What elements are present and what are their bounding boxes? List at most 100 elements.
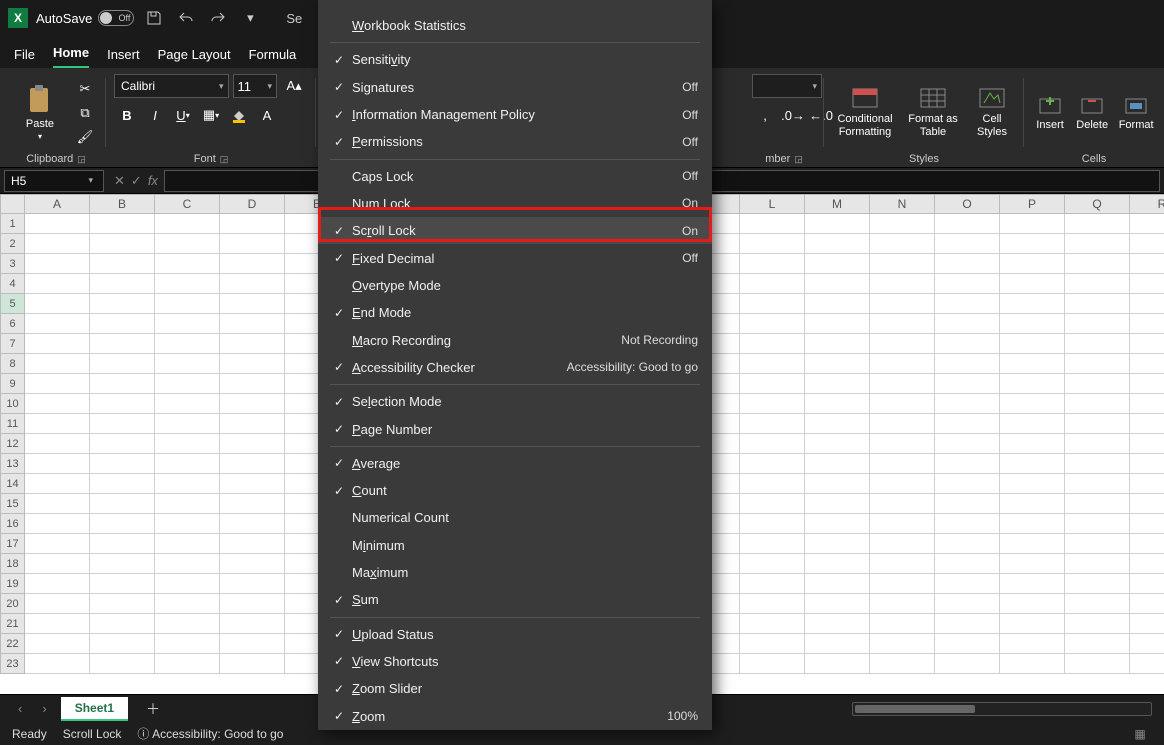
comma-style-icon[interactable]: ,: [752, 104, 778, 126]
cell[interactable]: [1000, 214, 1065, 234]
cell[interactable]: [935, 374, 1000, 394]
cell[interactable]: [90, 394, 155, 414]
cell[interactable]: [1000, 314, 1065, 334]
menu-item-macro-recording[interactable]: Macro RecordingNot Recording: [318, 326, 712, 353]
cell[interactable]: [25, 574, 90, 594]
cell[interactable]: [870, 434, 935, 454]
cell[interactable]: [870, 574, 935, 594]
cell[interactable]: [1065, 314, 1130, 334]
cell[interactable]: [1065, 634, 1130, 654]
row-header[interactable]: 17: [0, 534, 25, 554]
cell[interactable]: [1065, 574, 1130, 594]
cell[interactable]: [90, 594, 155, 614]
dialog-launcher-icon[interactable]: ◲: [220, 154, 229, 165]
cell[interactable]: [25, 274, 90, 294]
cell[interactable]: [25, 294, 90, 314]
column-header[interactable]: A: [25, 194, 90, 214]
column-header[interactable]: D: [220, 194, 285, 214]
cell[interactable]: [1130, 274, 1164, 294]
cell[interactable]: [155, 514, 220, 534]
row-header[interactable]: 20: [0, 594, 25, 614]
cell[interactable]: [25, 374, 90, 394]
row-header[interactable]: 3: [0, 254, 25, 274]
tab-insert[interactable]: Insert: [107, 41, 140, 68]
dialog-launcher-icon[interactable]: ◲: [77, 154, 86, 165]
cell[interactable]: [155, 254, 220, 274]
cell[interactable]: [155, 394, 220, 414]
cell[interactable]: [740, 654, 805, 674]
cell[interactable]: [25, 214, 90, 234]
cell[interactable]: [1000, 494, 1065, 514]
cell[interactable]: [220, 634, 285, 654]
cell[interactable]: [805, 394, 870, 414]
cell[interactable]: [1130, 334, 1164, 354]
delete-cells-button[interactable]: Delete: [1074, 95, 1110, 131]
cell[interactable]: [155, 454, 220, 474]
select-all-corner[interactable]: [0, 194, 25, 214]
cell[interactable]: [1065, 614, 1130, 634]
row-header[interactable]: 5: [0, 294, 25, 314]
cell[interactable]: [805, 414, 870, 434]
cell[interactable]: [1065, 594, 1130, 614]
cell[interactable]: [155, 374, 220, 394]
cell[interactable]: [740, 574, 805, 594]
menu-item-count[interactable]: ✓Count: [318, 477, 712, 504]
menu-item-upload-status[interactable]: ✓Upload Status: [318, 621, 712, 648]
cell[interactable]: [805, 474, 870, 494]
cell[interactable]: [220, 314, 285, 334]
cell[interactable]: [220, 454, 285, 474]
cell[interactable]: [1130, 314, 1164, 334]
cell[interactable]: [25, 634, 90, 654]
cell[interactable]: [220, 534, 285, 554]
format-painter-icon[interactable]: 🖌: [72, 126, 98, 148]
cell[interactable]: [740, 294, 805, 314]
bold-button[interactable]: B: [114, 104, 140, 126]
cell[interactable]: [90, 374, 155, 394]
normal-view-icon[interactable]: ▦: [1128, 727, 1152, 741]
cell[interactable]: [740, 494, 805, 514]
cell[interactable]: [935, 234, 1000, 254]
cell[interactable]: [805, 294, 870, 314]
cell[interactable]: [90, 534, 155, 554]
cell[interactable]: [805, 434, 870, 454]
underline-button[interactable]: U▾: [170, 104, 196, 126]
menu-item-num-lock[interactable]: Num LockOn: [318, 190, 712, 217]
cell[interactable]: [1130, 534, 1164, 554]
menu-item-selection-mode[interactable]: ✓Selection Mode: [318, 388, 712, 415]
tab-file[interactable]: File: [14, 41, 35, 68]
menu-item-overtype-mode[interactable]: Overtype Mode: [318, 272, 712, 299]
menu-item-workbook-statistics[interactable]: Workbook Statistics: [318, 12, 712, 39]
cell[interactable]: [1065, 414, 1130, 434]
cell[interactable]: [740, 374, 805, 394]
cell[interactable]: [1065, 234, 1130, 254]
cell[interactable]: [1130, 594, 1164, 614]
menu-item-page-number[interactable]: ✓Page Number: [318, 415, 712, 442]
cell[interactable]: [1130, 294, 1164, 314]
cell[interactable]: [155, 574, 220, 594]
cell[interactable]: [220, 374, 285, 394]
cell[interactable]: [935, 594, 1000, 614]
undo-icon[interactable]: [174, 6, 198, 30]
cell[interactable]: [1130, 354, 1164, 374]
row-header[interactable]: 1: [0, 214, 25, 234]
cell[interactable]: [870, 354, 935, 374]
cell[interactable]: [220, 594, 285, 614]
column-header[interactable]: M: [805, 194, 870, 214]
toggle-off-icon[interactable]: Off: [98, 10, 134, 26]
cell[interactable]: [1000, 534, 1065, 554]
cell[interactable]: [870, 554, 935, 574]
cell[interactable]: [740, 394, 805, 414]
cell[interactable]: [935, 634, 1000, 654]
cell[interactable]: [1065, 474, 1130, 494]
cell[interactable]: [740, 454, 805, 474]
cell[interactable]: [740, 234, 805, 254]
cell[interactable]: [1130, 434, 1164, 454]
cell[interactable]: [935, 354, 1000, 374]
cell[interactable]: [740, 594, 805, 614]
menu-item-sensitivity[interactable]: ✓Sensitivity: [318, 46, 712, 73]
row-header[interactable]: 10: [0, 394, 25, 414]
cell[interactable]: [25, 594, 90, 614]
cell[interactable]: [870, 634, 935, 654]
cell[interactable]: [155, 234, 220, 254]
cell[interactable]: [155, 294, 220, 314]
